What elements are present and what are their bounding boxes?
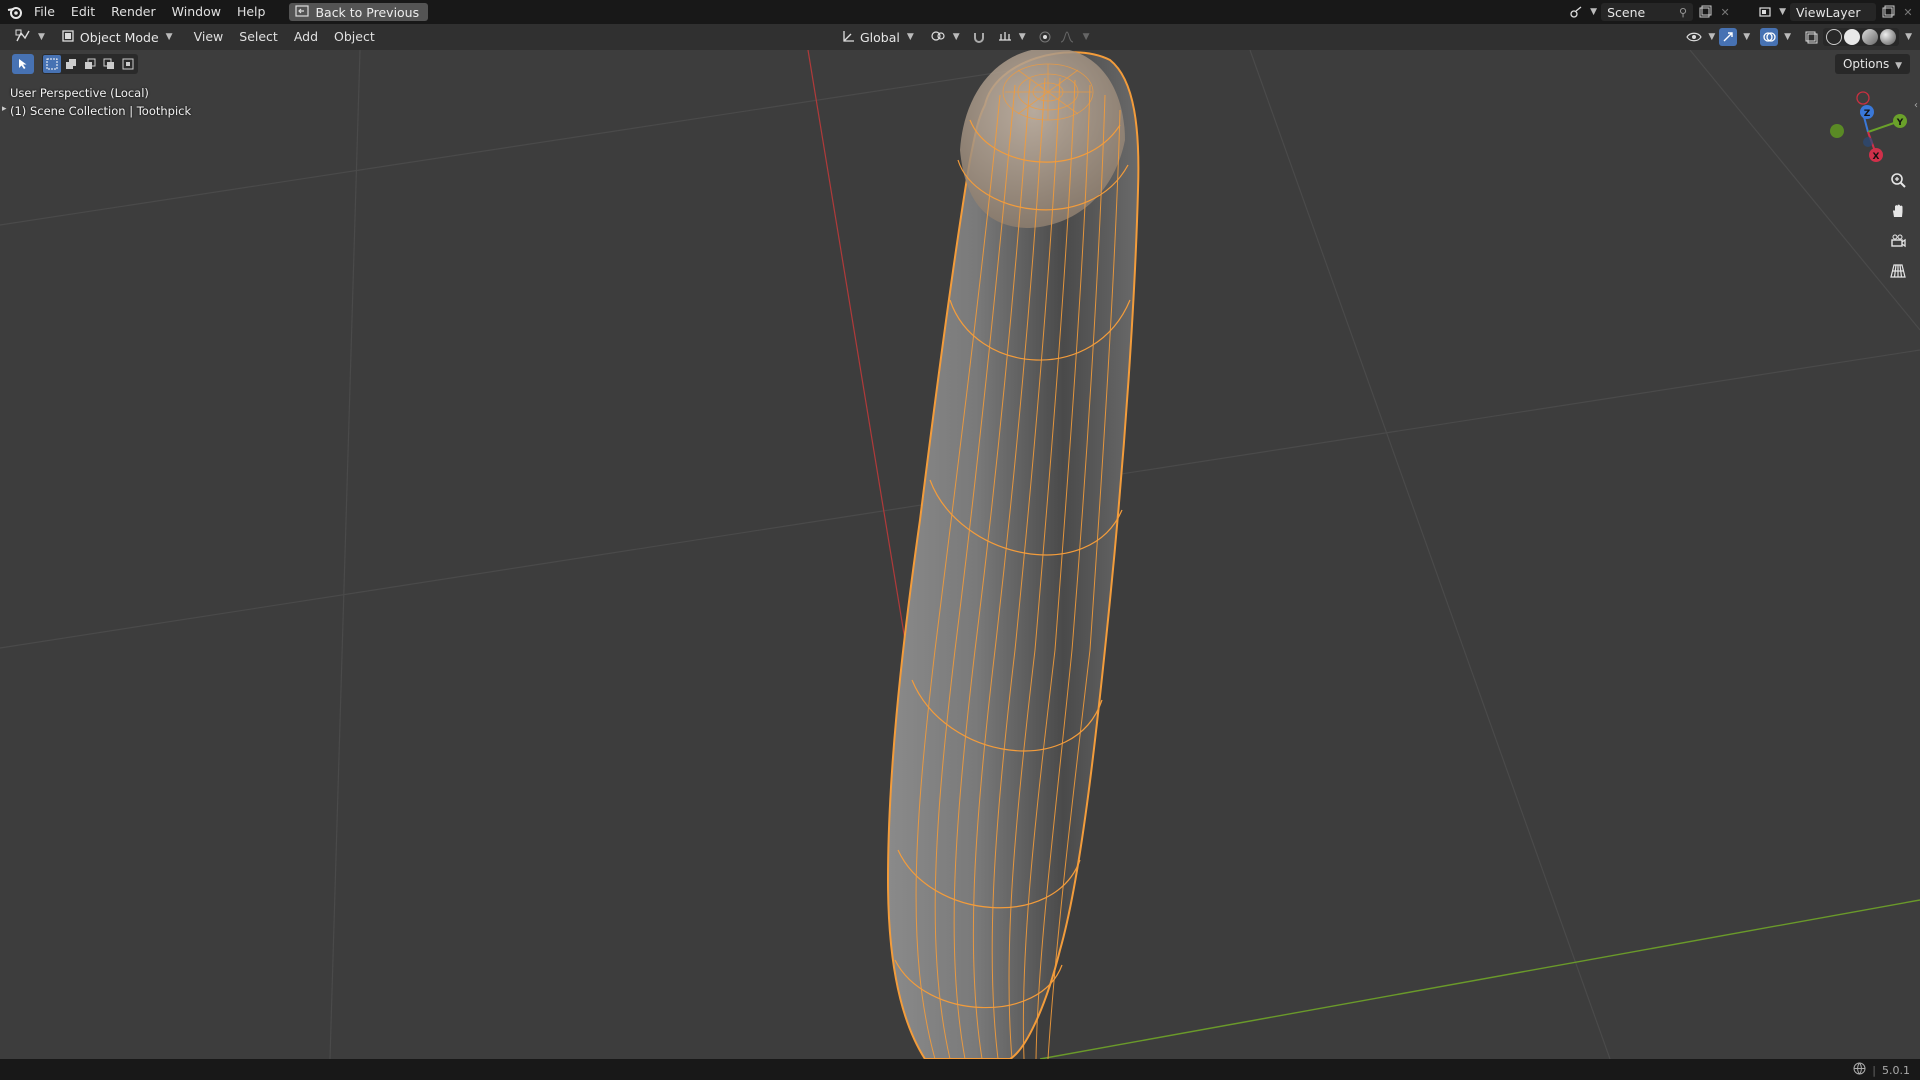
chevron-down-icon: ▼ bbox=[1590, 7, 1598, 17]
negative-x-axis-icon bbox=[1856, 91, 1870, 105]
menu-view[interactable]: View bbox=[186, 26, 232, 48]
menu-edit[interactable]: Edit bbox=[63, 0, 103, 24]
back-to-previous-button[interactable]: Back to Previous bbox=[289, 3, 429, 21]
negative-z-axis-icon bbox=[1863, 137, 1873, 147]
zoom-icon[interactable] bbox=[1886, 168, 1910, 192]
overlays-toggle-icon[interactable] bbox=[1760, 28, 1779, 46]
editor-type-icon bbox=[15, 29, 31, 46]
new-scene-icon[interactable] bbox=[1697, 4, 1713, 20]
network-globe-icon[interactable] bbox=[1853, 1062, 1866, 1078]
invert-selection-icon[interactable] bbox=[100, 55, 118, 73]
view-layer-icon[interactable] bbox=[1757, 4, 1773, 20]
menu-file[interactable]: File bbox=[26, 0, 63, 24]
view-layer-field[interactable]: ViewLayer bbox=[1790, 3, 1876, 21]
snap-increment-icon bbox=[998, 29, 1012, 46]
close-view-layer-icon[interactable]: ✕ bbox=[1900, 4, 1916, 20]
menu-help[interactable]: Help bbox=[229, 0, 274, 24]
navigation-gizmo[interactable]: Z Y X bbox=[1820, 88, 1920, 168]
negative-y-axis-icon bbox=[1830, 124, 1844, 138]
rendered-shading-icon[interactable] bbox=[1880, 29, 1897, 45]
viewport-canvas[interactable] bbox=[0, 0, 1920, 1080]
top-right-controls: ▼ Scene ⚲ ✕ ▼ ViewLayer ✕ bbox=[1568, 0, 1920, 24]
version-label: 5.0.1 bbox=[1882, 1063, 1910, 1077]
close-scene-icon[interactable]: ✕ bbox=[1717, 4, 1733, 20]
chevron-down-icon: ▼ bbox=[1895, 61, 1902, 71]
menu-select[interactable]: Select bbox=[231, 26, 286, 48]
intersect-selection-icon[interactable] bbox=[119, 55, 137, 73]
transform-tools: Global ▼ ▼ ▼ ▼ bbox=[836, 24, 1090, 50]
scene-selector-icon[interactable] bbox=[1568, 4, 1584, 20]
collection-label: (1) Scene Collection | Toothpick bbox=[10, 104, 192, 118]
expand-arrow-icon[interactable]: ▸ bbox=[2, 104, 7, 114]
pan-hand-icon[interactable] bbox=[1886, 199, 1910, 223]
options-dropdown[interactable]: Options ▼ bbox=[1834, 54, 1910, 74]
solid-shading-icon[interactable] bbox=[1844, 29, 1861, 45]
y-axis-label: Y bbox=[1896, 118, 1904, 128]
chevron-down-icon: ▼ bbox=[952, 32, 960, 42]
new-view-layer-icon[interactable] bbox=[1880, 4, 1896, 20]
back-to-previous-label: Back to Previous bbox=[315, 4, 420, 20]
shading-mode-group bbox=[1823, 28, 1900, 46]
perspective-grid-icon[interactable] bbox=[1886, 259, 1910, 283]
pin-icon[interactable]: ⚲ bbox=[1679, 6, 1687, 19]
chevron-down-icon: ▼ bbox=[1082, 32, 1090, 42]
toothpick-mesh bbox=[886, 47, 1140, 1060]
chevron-down-icon: ▼ bbox=[1743, 32, 1751, 42]
snap-target-dropdown[interactable]: ▼ bbox=[993, 27, 1031, 47]
viewport-header: ▼ Object Mode ▼ View Select Add Object G… bbox=[0, 24, 1920, 50]
chevron-down-icon: ▼ bbox=[1905, 32, 1912, 42]
view-name-label: User Perspective (Local) bbox=[10, 86, 149, 100]
top-menu-bar: File Edit Render Window Help Back to Pre… bbox=[0, 0, 1920, 24]
pivot-point-dropdown[interactable]: ▼ bbox=[925, 27, 965, 47]
sidebar-toggle-icon[interactable]: ‹ bbox=[1914, 100, 1918, 111]
options-label: Options bbox=[1842, 57, 1890, 71]
object-mode-label: Object Mode bbox=[79, 29, 159, 45]
transform-orientation-dropdown[interactable]: Global ▼ bbox=[836, 27, 919, 47]
blender-logo-icon[interactable] bbox=[4, 1, 26, 23]
gizmo-toggle-icon[interactable] bbox=[1719, 28, 1738, 46]
xray-toggle-icon[interactable] bbox=[1803, 29, 1819, 45]
menu-render[interactable]: Render bbox=[103, 0, 164, 24]
chevron-down-icon: ▼ bbox=[1708, 32, 1716, 42]
set-selection-icon[interactable] bbox=[43, 55, 61, 73]
snap-toggle-icon[interactable] bbox=[971, 29, 987, 45]
menu-add[interactable]: Add bbox=[286, 26, 326, 48]
status-bar: | 5.0.1 bbox=[0, 1059, 1920, 1080]
falloff-curve-icon[interactable] bbox=[1059, 29, 1075, 45]
chevron-down-icon: ▼ bbox=[1018, 32, 1026, 42]
select-tool-icon[interactable] bbox=[12, 54, 34, 74]
tool-settings-row bbox=[12, 54, 138, 74]
chevron-down-icon: ▼ bbox=[906, 32, 914, 42]
orientation-label: Global bbox=[860, 29, 900, 45]
wireframe-shading-icon[interactable] bbox=[1826, 29, 1843, 45]
subtract-selection-icon[interactable] bbox=[81, 55, 99, 73]
back-arrow-icon bbox=[295, 4, 310, 20]
version-info: | 5.0.1 bbox=[1853, 1062, 1910, 1078]
camera-view-icon[interactable] bbox=[1886, 229, 1910, 253]
chevron-down-icon: ▼ bbox=[1784, 32, 1792, 42]
orientation-icon bbox=[841, 29, 855, 46]
object-mode-icon bbox=[61, 29, 75, 46]
selection-mode-group bbox=[42, 54, 138, 74]
z-axis-label: Z bbox=[1864, 109, 1871, 119]
menu-window[interactable]: Window bbox=[164, 0, 229, 24]
chevron-down-icon: ▼ bbox=[38, 32, 45, 42]
menu-object[interactable]: Object bbox=[326, 26, 383, 48]
scene-name-field[interactable]: Scene ⚲ bbox=[1601, 3, 1694, 21]
viewport-display-tools: ▼ ▼ ▼ ▼ bbox=[1686, 24, 1912, 50]
editor-type-button[interactable]: ▼ bbox=[10, 27, 50, 47]
view-layer-name: ViewLayer bbox=[1796, 4, 1861, 20]
x-axis-line bbox=[807, 49, 906, 641]
extend-selection-icon[interactable] bbox=[62, 55, 80, 73]
pivot-icon bbox=[930, 29, 946, 46]
y-axis-line bbox=[1039, 899, 1920, 1060]
chevron-down-icon: ▼ bbox=[1779, 7, 1786, 17]
x-axis-label: X bbox=[1873, 152, 1880, 162]
material-preview-icon[interactable] bbox=[1862, 29, 1879, 45]
object-mode-dropdown[interactable]: Object Mode ▼ bbox=[56, 27, 178, 47]
scene-name: Scene bbox=[1607, 4, 1646, 20]
chevron-down-icon: ▼ bbox=[165, 32, 173, 42]
proportional-editing-icon[interactable] bbox=[1037, 29, 1053, 45]
visibility-eye-icon[interactable] bbox=[1686, 29, 1703, 45]
